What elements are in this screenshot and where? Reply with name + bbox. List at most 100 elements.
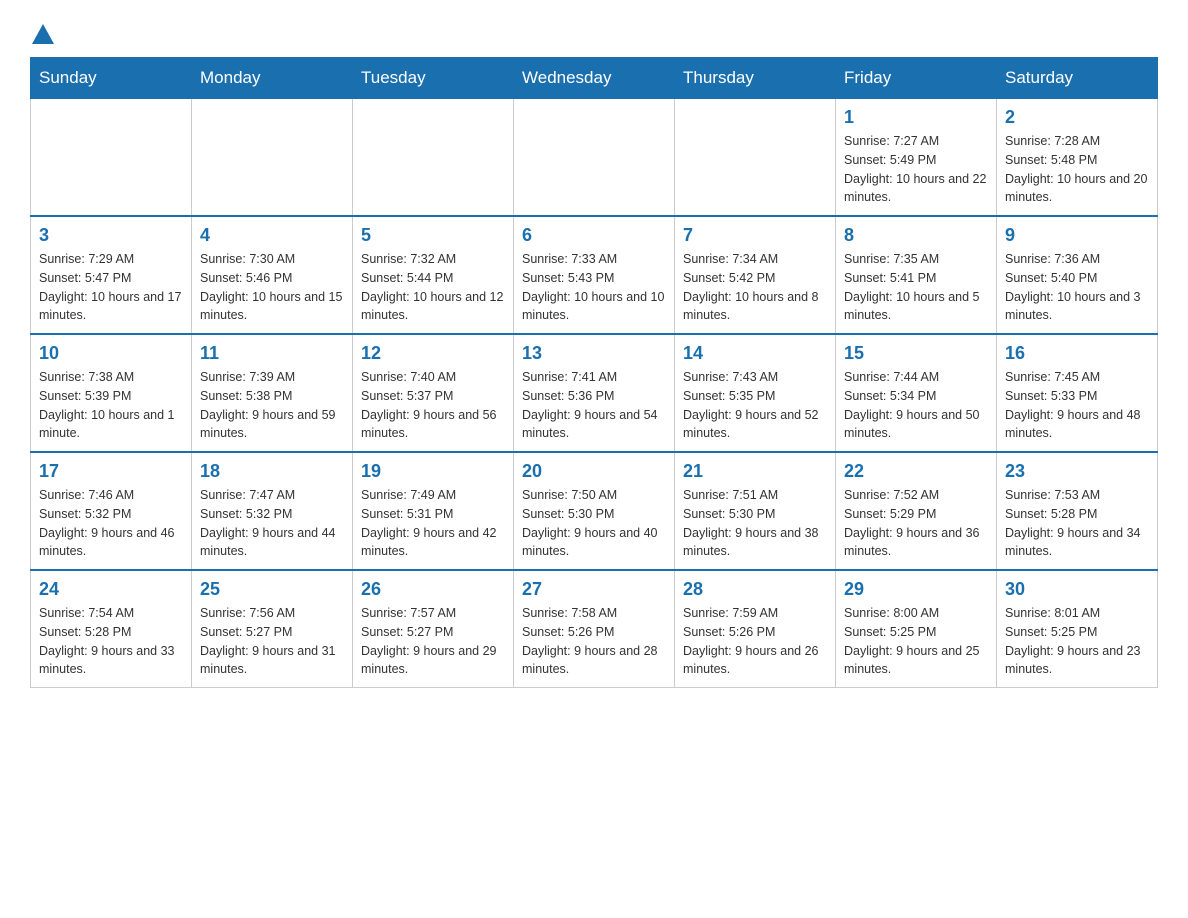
day-number: 9 [1005, 225, 1149, 246]
calendar-cell: 22 Sunrise: 7:52 AMSunset: 5:29 PMDayligh… [836, 452, 997, 570]
day-number: 28 [683, 579, 827, 600]
day-info: Sunrise: 7:51 AMSunset: 5:30 PMDaylight:… [683, 486, 827, 561]
day-info: Sunrise: 7:33 AMSunset: 5:43 PMDaylight:… [522, 250, 666, 325]
day-info: Sunrise: 7:38 AMSunset: 5:39 PMDaylight:… [39, 368, 183, 443]
calendar-cell: 14Sunrise: 7:43 AMSunset: 5:35 PMDayligh… [675, 334, 836, 452]
calendar-cell [514, 99, 675, 217]
weekday-header-monday: Monday [192, 58, 353, 99]
day-info: Sunrise: 7:36 AMSunset: 5:40 PMDaylight:… [1005, 250, 1149, 325]
day-number: 7 [683, 225, 827, 246]
calendar-cell: 17 Sunrise: 7:46 AMSunset: 5:32 PMDayligh… [31, 452, 192, 570]
day-number: 24 [39, 579, 183, 600]
day-info: Sunrise: 7:35 AMSunset: 5:41 PMDaylight:… [844, 250, 988, 325]
header [30, 20, 1158, 47]
calendar-cell: 21 Sunrise: 7:51 AMSunset: 5:30 PMDayligh… [675, 452, 836, 570]
weekday-header-thursday: Thursday [675, 58, 836, 99]
day-number: 26 [361, 579, 505, 600]
day-number: 5 [361, 225, 505, 246]
calendar-cell: 23 Sunrise: 7:53 AMSunset: 5:28 PMDayligh… [997, 452, 1158, 570]
day-number: 25 [200, 579, 344, 600]
day-number: 10 [39, 343, 183, 364]
weekday-header-friday: Friday [836, 58, 997, 99]
day-number: 29 [844, 579, 988, 600]
week-row-3: 10 Sunrise: 7:38 AMSunset: 5:39 PMDayligh… [31, 334, 1158, 452]
day-info: Sunrise: 7:45 AMSunset: 5:33 PMDaylight:… [1005, 368, 1149, 443]
day-info: Sunrise: 7:27 AMSunset: 5:49 PMDaylight:… [844, 132, 988, 207]
calendar-cell: 30 Sunrise: 8:01 AMSunset: 5:25 PMDayligh… [997, 570, 1158, 688]
day-info: Sunrise: 8:01 AMSunset: 5:25 PMDaylight:… [1005, 604, 1149, 679]
day-info: Sunrise: 7:43 AMSunset: 5:35 PMDaylight:… [683, 368, 827, 443]
weekday-header-wednesday: Wednesday [514, 58, 675, 99]
calendar-cell [353, 99, 514, 217]
calendar-cell: 12Sunrise: 7:40 AMSunset: 5:37 PMDayligh… [353, 334, 514, 452]
day-info: Sunrise: 7:28 AMSunset: 5:48 PMDaylight:… [1005, 132, 1149, 207]
day-number: 22 [844, 461, 988, 482]
calendar-cell: 29 Sunrise: 8:00 AMSunset: 5:25 PMDayligh… [836, 570, 997, 688]
day-info: Sunrise: 7:52 AMSunset: 5:29 PMDaylight:… [844, 486, 988, 561]
weekday-header-row: SundayMondayTuesdayWednesdayThursdayFrid… [31, 58, 1158, 99]
day-number: 6 [522, 225, 666, 246]
day-number: 15 [844, 343, 988, 364]
calendar-cell: 6 Sunrise: 7:33 AMSunset: 5:43 PMDaylight… [514, 216, 675, 334]
day-number: 8 [844, 225, 988, 246]
calendar-cell: 5 Sunrise: 7:32 AMSunset: 5:44 PMDaylight… [353, 216, 514, 334]
day-info: Sunrise: 7:29 AMSunset: 5:47 PMDaylight:… [39, 250, 183, 325]
calendar-cell: 3Sunrise: 7:29 AMSunset: 5:47 PMDaylight… [31, 216, 192, 334]
calendar-cell: 11Sunrise: 7:39 AMSunset: 5:38 PMDayligh… [192, 334, 353, 452]
calendar-cell [31, 99, 192, 217]
weekday-header-saturday: Saturday [997, 58, 1158, 99]
day-info: Sunrise: 7:50 AMSunset: 5:30 PMDaylight:… [522, 486, 666, 561]
day-number: 1 [844, 107, 988, 128]
day-info: Sunrise: 7:41 AMSunset: 5:36 PMDaylight:… [522, 368, 666, 443]
day-number: 23 [1005, 461, 1149, 482]
day-number: 18 [200, 461, 344, 482]
day-info: Sunrise: 7:46 AMSunset: 5:32 PMDaylight:… [39, 486, 183, 561]
calendar-cell: 27 Sunrise: 7:58 AMSunset: 5:26 PMDayligh… [514, 570, 675, 688]
day-number: 19 [361, 461, 505, 482]
calendar-cell: 7 Sunrise: 7:34 AMSunset: 5:42 PMDaylight… [675, 216, 836, 334]
calendar-cell: 26 Sunrise: 7:57 AMSunset: 5:27 PMDayligh… [353, 570, 514, 688]
day-info: Sunrise: 7:54 AMSunset: 5:28 PMDaylight:… [39, 604, 183, 679]
day-number: 30 [1005, 579, 1149, 600]
week-row-5: 24 Sunrise: 7:54 AMSunset: 5:28 PMDayligh… [31, 570, 1158, 688]
day-info: Sunrise: 7:32 AMSunset: 5:44 PMDaylight:… [361, 250, 505, 325]
calendar-cell: 9 Sunrise: 7:36 AMSunset: 5:40 PMDaylight… [997, 216, 1158, 334]
calendar-cell: 1 Sunrise: 7:27 AMSunset: 5:49 PMDaylight… [836, 99, 997, 217]
day-info: Sunrise: 7:57 AMSunset: 5:27 PMDaylight:… [361, 604, 505, 679]
calendar-cell: 4Sunrise: 7:30 AMSunset: 5:46 PMDaylight… [192, 216, 353, 334]
calendar-cell: 25Sunrise: 7:56 AMSunset: 5:27 PMDayligh… [192, 570, 353, 688]
day-number: 27 [522, 579, 666, 600]
day-info: Sunrise: 7:53 AMSunset: 5:28 PMDaylight:… [1005, 486, 1149, 561]
week-row-4: 17 Sunrise: 7:46 AMSunset: 5:32 PMDayligh… [31, 452, 1158, 570]
day-number: 2 [1005, 107, 1149, 128]
day-info: Sunrise: 7:44 AMSunset: 5:34 PMDaylight:… [844, 368, 988, 443]
calendar-cell: 20 Sunrise: 7:50 AMSunset: 5:30 PMDayligh… [514, 452, 675, 570]
weekday-header-tuesday: Tuesday [353, 58, 514, 99]
calendar-cell: 13Sunrise: 7:41 AMSunset: 5:36 PMDayligh… [514, 334, 675, 452]
day-info: Sunrise: 7:49 AMSunset: 5:31 PMDaylight:… [361, 486, 505, 561]
calendar-cell [675, 99, 836, 217]
calendar-cell: 10 Sunrise: 7:38 AMSunset: 5:39 PMDayligh… [31, 334, 192, 452]
calendar-cell: 24 Sunrise: 7:54 AMSunset: 5:28 PMDayligh… [31, 570, 192, 688]
day-info: Sunrise: 7:59 AMSunset: 5:26 PMDaylight:… [683, 604, 827, 679]
calendar-cell: 8 Sunrise: 7:35 AMSunset: 5:41 PMDaylight… [836, 216, 997, 334]
day-info: Sunrise: 7:58 AMSunset: 5:26 PMDaylight:… [522, 604, 666, 679]
calendar-cell: 28 Sunrise: 7:59 AMSunset: 5:26 PMDayligh… [675, 570, 836, 688]
day-number: 21 [683, 461, 827, 482]
calendar-cell: 18Sunrise: 7:47 AMSunset: 5:32 PMDayligh… [192, 452, 353, 570]
weekday-header-sunday: Sunday [31, 58, 192, 99]
calendar-cell: 16 Sunrise: 7:45 AMSunset: 5:33 PMDayligh… [997, 334, 1158, 452]
day-info: Sunrise: 7:34 AMSunset: 5:42 PMDaylight:… [683, 250, 827, 325]
calendar-cell: 15 Sunrise: 7:44 AMSunset: 5:34 PMDayligh… [836, 334, 997, 452]
week-row-2: 3Sunrise: 7:29 AMSunset: 5:47 PMDaylight… [31, 216, 1158, 334]
logo-triangle-icon [32, 24, 54, 44]
day-number: 20 [522, 461, 666, 482]
day-info: Sunrise: 8:00 AMSunset: 5:25 PMDaylight:… [844, 604, 988, 679]
day-number: 12 [361, 343, 505, 364]
day-info: Sunrise: 7:39 AMSunset: 5:38 PMDaylight:… [200, 368, 344, 443]
day-number: 17 [39, 461, 183, 482]
day-number: 16 [1005, 343, 1149, 364]
week-row-1: 1 Sunrise: 7:27 AMSunset: 5:49 PMDaylight… [31, 99, 1158, 217]
day-info: Sunrise: 7:30 AMSunset: 5:46 PMDaylight:… [200, 250, 344, 325]
logo [30, 20, 54, 47]
